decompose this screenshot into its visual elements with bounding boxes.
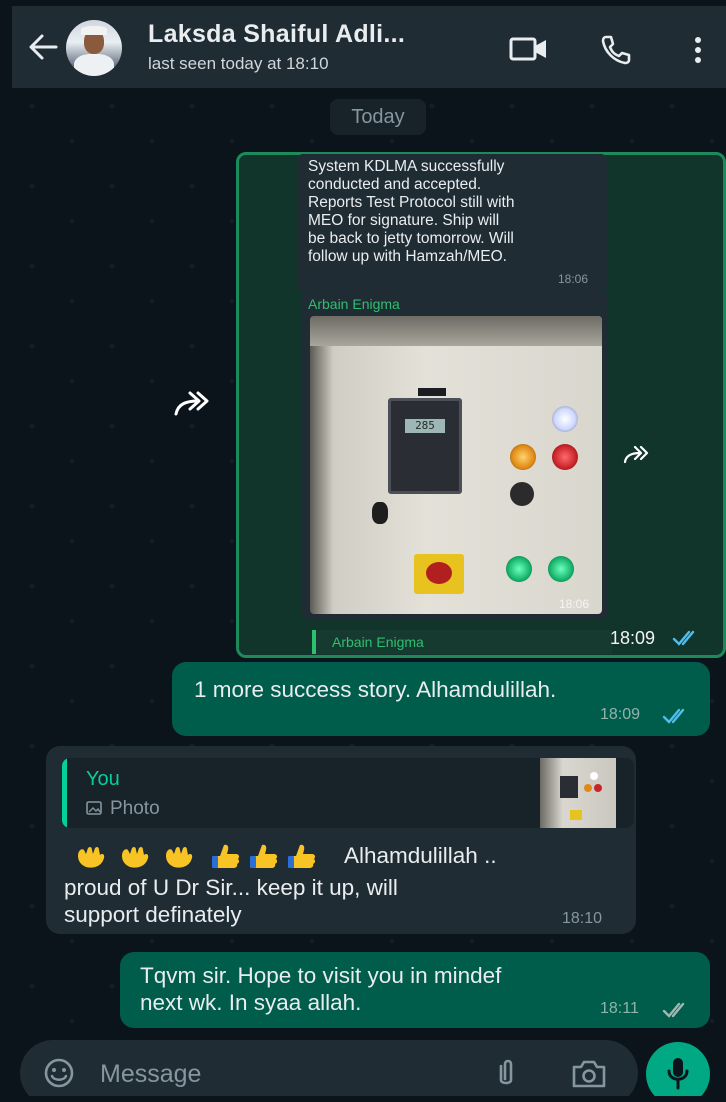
message-time: 18:11 — [600, 1000, 639, 1017]
quoted-sender: You — [86, 768, 120, 790]
read-receipt-icon — [662, 708, 685, 724]
delivered-receipt-icon — [662, 1002, 685, 1018]
group-time: 18:09 — [610, 628, 656, 648]
quoted-photo-thumbnail — [540, 758, 616, 828]
photo-time: 18:06 — [559, 597, 590, 611]
emoji-icon[interactable] — [42, 1056, 76, 1090]
quote-accent-bar — [62, 758, 67, 828]
microphone-icon — [667, 1058, 689, 1090]
thumbs-up-icon — [214, 844, 316, 868]
emoji-reactions — [78, 844, 316, 868]
avatar[interactable] — [66, 20, 122, 76]
forward-icon[interactable] — [172, 390, 212, 420]
voice-call-icon[interactable] — [600, 34, 634, 66]
message-text-inline: Alhamdulillah .. — [344, 843, 497, 868]
message-text: 1 more success story. Alhamdulillah. — [194, 677, 557, 702]
message-input[interactable]: Message — [100, 1060, 201, 1089]
meter-display: 285 — [388, 398, 462, 494]
contact-status: last seen today at 18:10 — [148, 54, 329, 73]
forwarded-text: System KDLMA successfully conducted and … — [308, 158, 515, 265]
chat-header: Laksda Shaiful Adli... last seen today a… — [12, 6, 726, 88]
control-panel-photo[interactable]: 285 — [310, 316, 602, 614]
photo-icon — [86, 801, 102, 815]
read-receipt-icon — [672, 630, 695, 646]
photo-sender-name: Arbain Enigma — [308, 296, 400, 312]
quoted-type: Photo — [110, 798, 160, 819]
back-arrow-icon[interactable] — [26, 30, 60, 64]
message-text: proud of U Dr Sir... keep it up, will su… — [64, 875, 398, 927]
date-chip: Today — [330, 99, 426, 135]
camera-icon[interactable] — [570, 1058, 608, 1090]
message-time: 18:10 — [562, 910, 603, 927]
attach-icon[interactable] — [494, 1056, 518, 1090]
forward-icon[interactable] — [622, 444, 650, 466]
forwarded-text-time: 18:06 — [558, 272, 589, 286]
reply-sender-name: Arbain Enigma — [332, 634, 424, 650]
message-text: Tqvm sir. Hope to visit you in mindef ne… — [140, 963, 502, 1015]
contact-name[interactable]: Laksda Shaiful Adli... — [148, 20, 405, 49]
more-options-icon[interactable] — [692, 36, 704, 66]
video-call-icon[interactable] — [508, 34, 550, 64]
raised-hands-icon — [78, 846, 193, 868]
chat-screen: Laksda Shaiful Adli... last seen today a… — [12, 6, 726, 1096]
message-time: 18:09 — [600, 706, 641, 723]
